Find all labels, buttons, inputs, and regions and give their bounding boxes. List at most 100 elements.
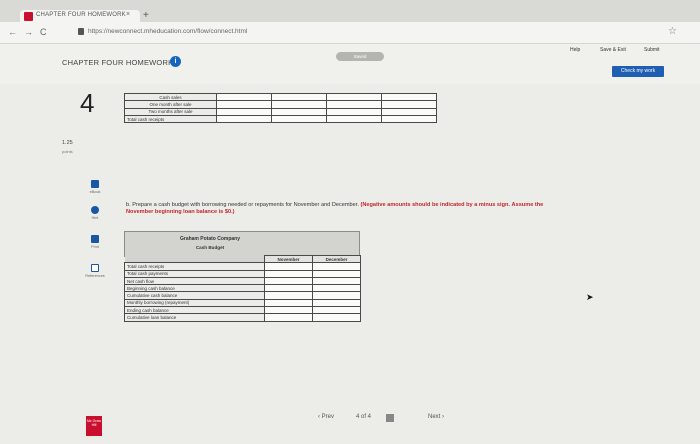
input-cell[interactable]: [264, 291, 313, 300]
row-label: One month after sale: [124, 100, 217, 109]
ebook-icon: [91, 180, 99, 188]
cash-budget-table: November December Total cash receipts To…: [124, 254, 361, 322]
input-cell[interactable]: [312, 284, 361, 293]
instruction-text: b. Prepare a cash budget with borrowing …: [126, 202, 359, 208]
company-name: Graham Potato Company: [179, 236, 240, 242]
row-label: Cumulative loan balance: [124, 313, 265, 322]
question-grid-icon[interactable]: [386, 414, 394, 422]
browser-tab-bar: CHAPTER FOUR HOMEWORK × +: [0, 0, 700, 24]
help-link[interactable]: Help: [570, 47, 580, 53]
input-cell[interactable]: [326, 107, 382, 116]
table-header-row: November December: [124, 254, 361, 264]
input-cell[interactable]: [381, 92, 437, 102]
table-row: Cash sales: [124, 92, 437, 102]
header-spacer: [124, 255, 265, 263]
input-cell[interactable]: [264, 284, 313, 293]
question-number: 4: [80, 88, 95, 118]
print-label: Print: [91, 245, 99, 249]
instruction-red-note: (Negative amounts should be indicated by…: [360, 202, 510, 208]
row-label: Ending cash balance: [124, 306, 265, 315]
app-header: CHAPTER FOUR HOMEWORK i Saved Help Save …: [0, 44, 700, 84]
table-row: Net cash flow: [124, 276, 361, 286]
input-cell[interactable]: [381, 100, 437, 109]
mcgraw-hill-logo: Mc Graw Hill: [86, 416, 102, 436]
points-label: points: [62, 149, 73, 154]
table-row: One month after sale: [124, 100, 437, 109]
input-cell[interactable]: [312, 313, 361, 322]
info-icon[interactable]: i: [170, 56, 181, 67]
prev-button[interactable]: ‹ Prev: [318, 414, 334, 420]
input-cell[interactable]: [312, 298, 361, 308]
input-cell[interactable]: [312, 291, 361, 300]
input-cell[interactable]: [326, 92, 382, 102]
input-cell[interactable]: [271, 100, 327, 109]
bookmark-star-icon[interactable]: ☆: [668, 26, 677, 37]
input-cell[interactable]: [264, 298, 313, 308]
cash-receipts-table: Cash sales One month after sale Two mont…: [124, 92, 437, 124]
url-text: https://newconnect.mheducation.com/flow/…: [88, 28, 248, 35]
input-cell[interactable]: [326, 114, 382, 124]
input-cell[interactable]: [271, 107, 327, 116]
input-cell[interactable]: [264, 313, 313, 322]
input-cell[interactable]: [312, 276, 361, 286]
input-cell[interactable]: [271, 114, 327, 124]
forward-arrow-icon[interactable]: →: [24, 27, 33, 37]
input-cell[interactable]: [216, 114, 272, 124]
input-cell[interactable]: [312, 306, 361, 315]
table-row: Beginning cash balance: [124, 284, 361, 293]
row-label: Beginning cash balance: [124, 284, 265, 293]
row-label: Total cash receipts: [124, 262, 265, 271]
ebook-label: eBook: [89, 190, 101, 194]
input-cell[interactable]: [381, 107, 437, 116]
input-cell[interactable]: [264, 269, 313, 278]
hint-label: Hint: [91, 216, 99, 220]
column-header-november: November: [264, 254, 313, 264]
page-position: 4 of 4: [356, 414, 372, 420]
back-arrow-icon[interactable]: ←: [8, 27, 17, 37]
column-header-december: December: [312, 254, 361, 264]
budget-subtitle: Cash Budget: [195, 245, 225, 250]
row-label: Cash sales: [124, 92, 217, 102]
saved-status-badge: Saved: [336, 52, 384, 61]
mouse-cursor-icon: ➤: [586, 292, 594, 302]
printer-icon: [91, 235, 99, 243]
references-icon: [91, 264, 99, 272]
tab-title: CHAPTER FOUR HOMEWORK: [36, 12, 126, 18]
input-cell[interactable]: [312, 269, 361, 278]
points-value: 1.25: [62, 140, 73, 146]
url-input[interactable]: https://newconnect.mheducation.com/flow/…: [76, 26, 636, 40]
row-label: Net cash flow: [124, 276, 265, 286]
row-label: Two months after sale: [124, 107, 217, 116]
address-bar: ← → C https://newconnect.mheducation.com…: [0, 22, 700, 44]
input-cell[interactable]: [326, 100, 382, 109]
tab-close-icon[interactable]: ×: [126, 11, 130, 18]
reload-icon[interactable]: C: [40, 27, 47, 37]
brand-text: Mc Graw Hill: [87, 419, 101, 427]
input-cell[interactable]: [216, 100, 272, 109]
references-label: References: [85, 274, 105, 278]
save-exit-link[interactable]: Save & Exit: [600, 47, 626, 53]
check-my-work-button[interactable]: Check my work: [612, 66, 664, 77]
new-tab-icon[interactable]: +: [143, 10, 149, 21]
input-cell[interactable]: [264, 262, 313, 271]
input-cell[interactable]: [271, 92, 327, 102]
question-instruction: b. Prepare a cash budget with borrowing …: [126, 202, 566, 216]
input-cell[interactable]: [381, 114, 437, 124]
input-cell[interactable]: [216, 107, 272, 116]
next-button[interactable]: Next ›: [428, 414, 444, 420]
references-button[interactable]: References: [80, 264, 110, 278]
submit-link[interactable]: Submit: [644, 47, 660, 53]
cash-budget-header: Graham Potato Company Cash Budget: [124, 231, 360, 257]
input-cell[interactable]: [312, 262, 361, 271]
input-cell[interactable]: [216, 92, 272, 102]
row-label: Total cash receipts: [124, 114, 217, 124]
mcgraw-hill-favicon-icon: [24, 12, 33, 21]
table-row: Total cash receipts: [124, 262, 361, 271]
hint-icon: [91, 206, 99, 214]
ebook-button[interactable]: eBook: [80, 180, 110, 194]
input-cell[interactable]: [264, 306, 313, 315]
table-row: Total cash payments: [124, 269, 361, 278]
input-cell[interactable]: [264, 276, 313, 286]
hint-button[interactable]: Hint: [80, 206, 110, 220]
print-button[interactable]: Print: [80, 235, 110, 249]
